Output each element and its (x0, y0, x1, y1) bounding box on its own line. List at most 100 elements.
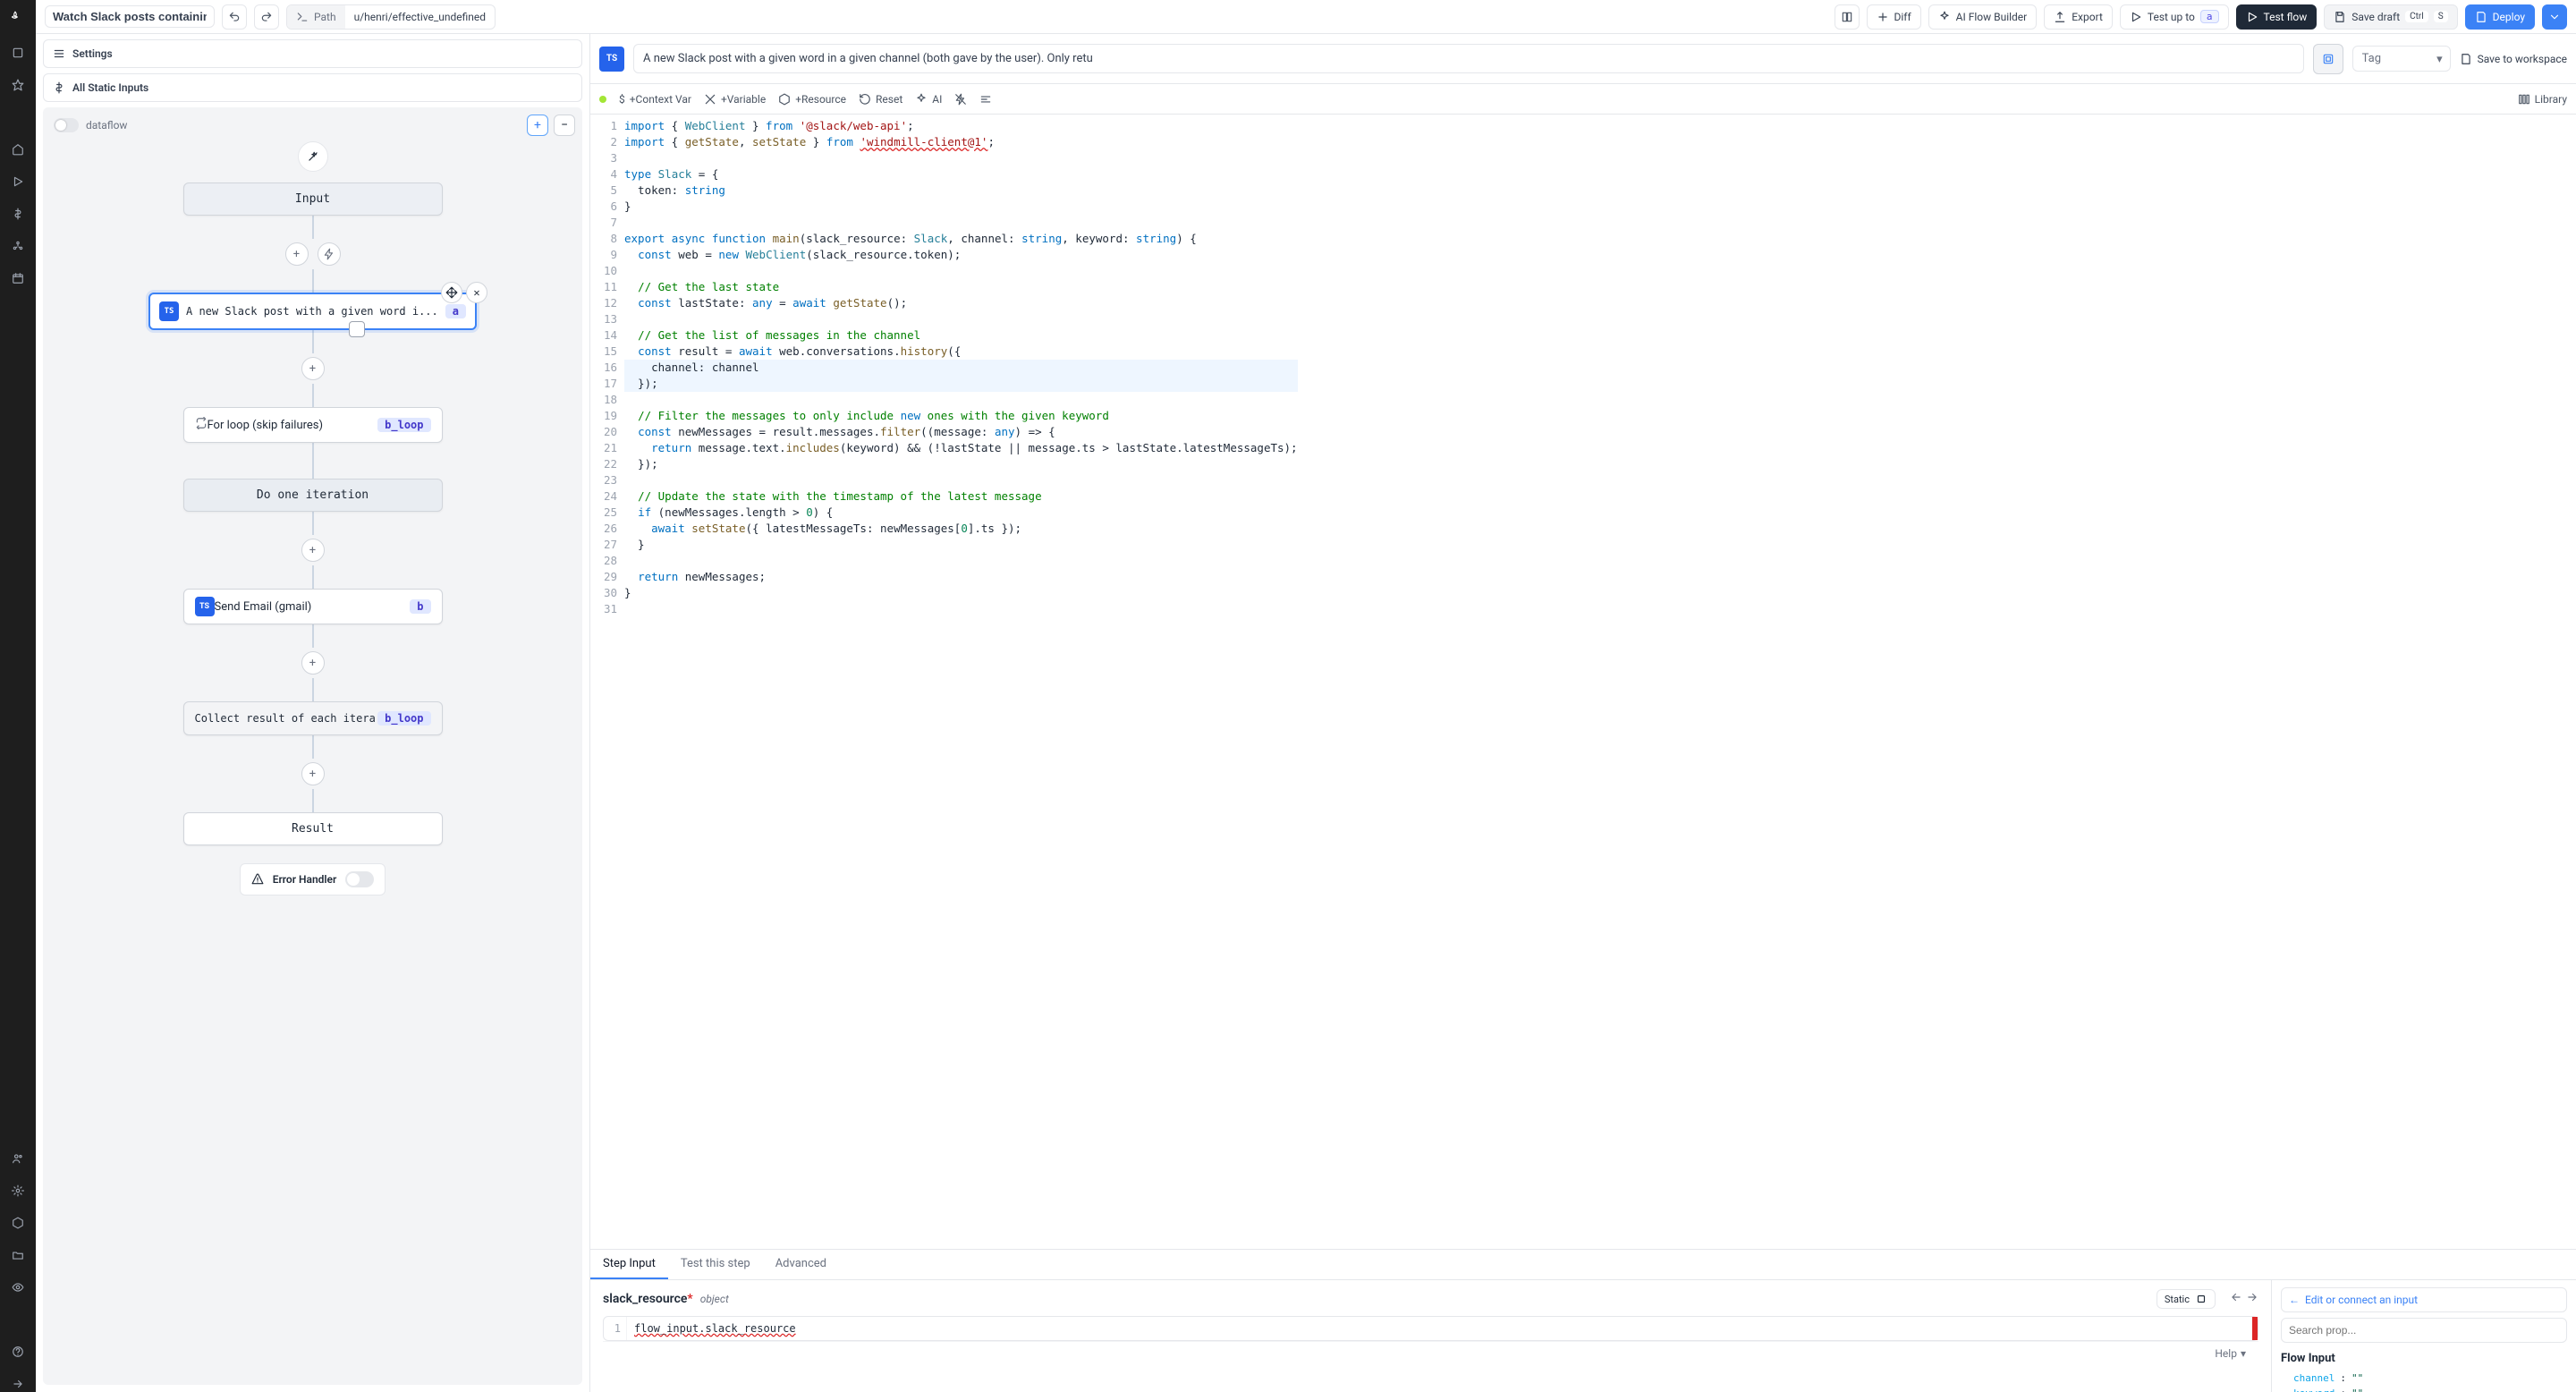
ai-button[interactable]: AI (915, 93, 942, 106)
node-input-label: Input (295, 192, 330, 206)
nav-icon-eye[interactable] (10, 1279, 26, 1295)
help-label: Help (2215, 1347, 2237, 1360)
edit-connect-input-button[interactable]: ← Edit or connect an input (2281, 1287, 2567, 1312)
ts-icon: TS (195, 597, 215, 616)
prev-param-button[interactable] (2230, 1291, 2242, 1307)
book-button[interactable] (1835, 4, 1860, 30)
delete-node-button[interactable]: ✕ (466, 282, 487, 303)
node-collect[interactable]: Collect result of each itera b_loop (183, 701, 443, 735)
assist-off-icon[interactable] (954, 93, 967, 106)
nav-icon-cluster[interactable] (10, 238, 26, 254)
dataflow-label: dataflow (86, 119, 127, 132)
node-loop-badge: b_loop (377, 418, 430, 432)
deploy-dropdown[interactable] (2542, 4, 2567, 30)
nav-icon-dollar[interactable] (10, 206, 26, 222)
node-loop-label: For loop (skip failures) (208, 419, 324, 432)
help-button[interactable]: Help ▾ (603, 1341, 2258, 1365)
error-handler-label: Error Handler (273, 873, 337, 886)
resource-button[interactable]: +Resource (778, 93, 846, 106)
reset-button[interactable]: Reset (859, 93, 902, 106)
format-button[interactable] (979, 93, 992, 106)
tag-select[interactable]: Tag▾ (2352, 46, 2451, 72)
node-handle[interactable] (349, 321, 365, 337)
step-description-input[interactable]: A new Slack post with a given word in a … (633, 44, 2304, 73)
path-chip[interactable]: Path u/henri/effective_undefined (286, 4, 496, 30)
save-draft-label: Save draft (2351, 11, 2400, 23)
code-editor[interactable]: 1234567891011121314151617181920212223242… (590, 115, 2576, 1249)
search-prop-input[interactable] (2281, 1318, 2567, 1343)
test-flow-label: Test flow (2264, 11, 2308, 23)
node-iteration[interactable]: Do one iteration (183, 479, 443, 512)
node-step-a[interactable]: TS A new Slack post with a given word i.… (148, 293, 477, 330)
dataflow-toggle[interactable] (54, 118, 79, 132)
node-input[interactable]: Input (183, 182, 443, 216)
nav-icon-gear[interactable] (10, 1183, 26, 1199)
param-expression-editor[interactable]: 1 flow_input.slack_resource (603, 1316, 2258, 1341)
redo-button[interactable] (254, 4, 279, 30)
next-param-button[interactable] (2246, 1291, 2258, 1307)
test-up-to-button[interactable]: Test up to a (2120, 4, 2229, 30)
nav-icon-help[interactable] (10, 1344, 26, 1360)
error-indicator (2252, 1317, 2258, 1340)
static-inputs-label: All Static Inputs (72, 81, 148, 94)
tab-step-input[interactable]: Step Input (590, 1250, 668, 1279)
add-step-button-4[interactable]: + (301, 651, 325, 675)
flow-canvas[interactable]: dataflow + − Input + (43, 107, 582, 1385)
nav-icon-collapse[interactable] (10, 1376, 26, 1392)
path-value: u/henri/effective_undefined (345, 11, 495, 23)
node-result[interactable]: Result (183, 812, 443, 845)
prop-row[interactable]: channel : "" (2281, 1371, 2567, 1386)
code-pane: TS A new Slack post with a given word in… (590, 34, 2576, 1392)
add-step-button[interactable]: + (285, 242, 309, 266)
flow-title-input[interactable] (45, 5, 215, 28)
add-step-button-3[interactable]: + (301, 539, 325, 562)
static-inputs-row[interactable]: All Static Inputs (43, 73, 582, 102)
nav-icon-box[interactable] (10, 1215, 26, 1231)
diff-button[interactable]: Diff (1867, 4, 1921, 30)
settings-label: Settings (72, 47, 113, 60)
error-handler-row[interactable]: Error Handler (240, 863, 386, 895)
settings-row[interactable]: Settings (43, 39, 582, 68)
nav-icon-home[interactable] (10, 141, 26, 157)
nav-icon-play[interactable] (10, 174, 26, 190)
save-ws-label: Save to workspace (2478, 53, 2567, 65)
nav-icon-1[interactable] (10, 45, 26, 61)
add-step-button-5[interactable]: + (301, 762, 325, 785)
error-handler-toggle[interactable] (345, 871, 374, 887)
variable-button[interactable]: +Variable (704, 93, 766, 106)
move-node-button[interactable] (441, 282, 462, 303)
app-logo (9, 11, 27, 29)
add-step-button-2[interactable]: + (301, 357, 325, 380)
node-send-email[interactable]: TS Send Email (gmail) b (183, 589, 443, 624)
node-for-loop[interactable]: For loop (skip failures) b_loop (183, 407, 443, 443)
zoom-out-button[interactable]: − (554, 115, 575, 136)
test-up-to-badge: a (2200, 10, 2219, 23)
prop-row[interactable]: keyword : "" (2281, 1386, 2567, 1392)
ts-lang-icon: TS (599, 47, 624, 72)
flow-graph-pane: Settings All Static Inputs dataflow + − (36, 34, 590, 1392)
zoom-in-button[interactable]: + (527, 115, 548, 136)
tab-test-step[interactable]: Test this step (668, 1250, 763, 1279)
export-button[interactable]: Export (2044, 4, 2113, 30)
deploy-button[interactable]: Deploy (2465, 4, 2535, 30)
tab-advanced[interactable]: Advanced (763, 1250, 839, 1279)
test-up-to-label: Test up to (2148, 11, 2195, 23)
save-to-workspace-button[interactable]: Save to workspace (2460, 53, 2567, 65)
save-draft-button[interactable]: Save draftCtrlS (2324, 4, 2457, 30)
layout-toggle-button[interactable] (2313, 44, 2343, 74)
ai-flow-builder-button[interactable]: AI Flow Builder (1928, 4, 2038, 30)
magic-wand-button[interactable] (298, 141, 328, 172)
nav-icon-folder[interactable] (10, 1247, 26, 1263)
add-trigger-button[interactable] (318, 242, 341, 266)
tag-placeholder: Tag (2362, 52, 2381, 65)
static-toggle[interactable]: Static (2157, 1289, 2216, 1309)
nav-icon-users[interactable] (10, 1150, 26, 1167)
var-label: +Variable (721, 93, 766, 106)
test-flow-button[interactable]: Test flow (2236, 4, 2318, 30)
nav-icon-star[interactable] (10, 77, 26, 93)
nav-icon-calendar[interactable] (10, 270, 26, 286)
library-button[interactable]: Library (2518, 93, 2567, 106)
node-result-label: Result (292, 822, 334, 836)
undo-button[interactable] (222, 4, 247, 30)
context-var-button[interactable]: $+Context Var (619, 93, 691, 106)
